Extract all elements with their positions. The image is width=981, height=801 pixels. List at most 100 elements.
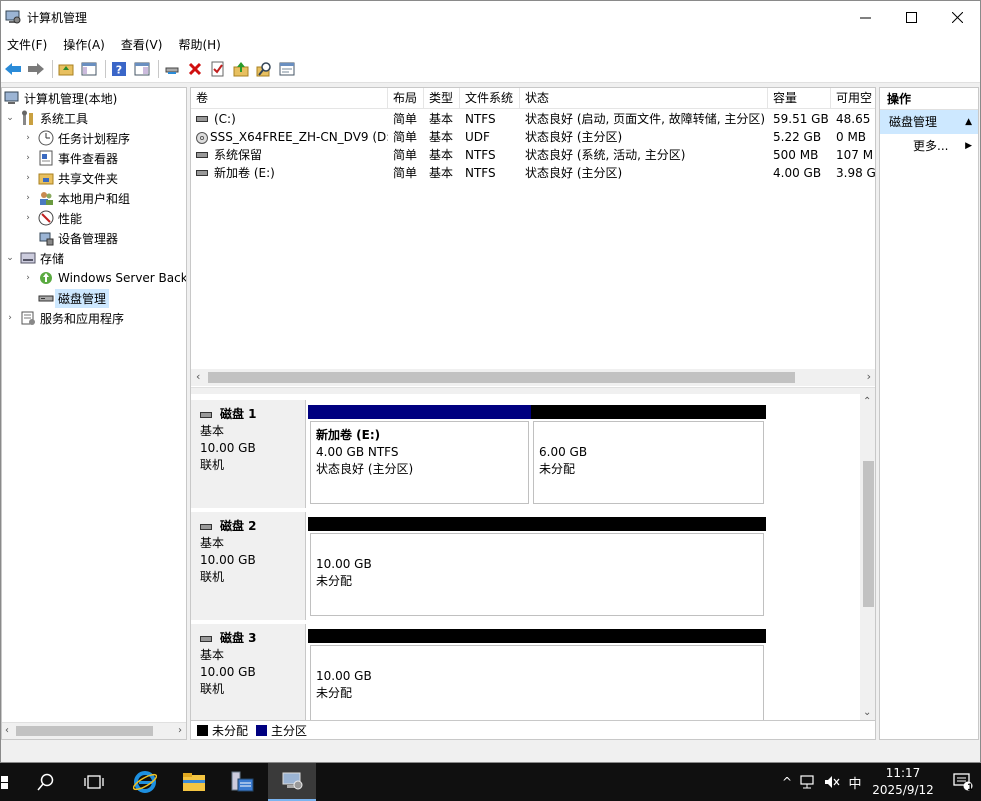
disk-info[interactable]: 磁盘 3 基本 10.00 GB 联机: [191, 624, 306, 720]
tree-item-performance[interactable]: › 性能: [22, 208, 82, 228]
menu-file[interactable]: 文件(F): [1, 36, 53, 53]
check-button[interactable]: [208, 59, 228, 79]
scrollbar-thumb[interactable]: [16, 726, 153, 736]
partition-unallocated[interactable]: 10.00 GB 未分配: [308, 517, 766, 618]
tree-item-storage[interactable]: ⌄ 存储: [4, 248, 64, 268]
disk-row[interactable]: 磁盘 1 基本 10.00 GB 联机 新加卷 (E:) 4.00 GB NTF…: [191, 400, 861, 508]
action-more[interactable]: 更多... ▶: [880, 134, 978, 158]
col-header-free[interactable]: 可用空: [831, 88, 875, 109]
tree-item-device-manager[interactable]: 设备管理器: [38, 228, 118, 248]
partition-unallocated[interactable]: 10.00 GB 未分配: [308, 629, 766, 720]
scroll-left-icon[interactable]: ‹: [5, 725, 9, 736]
search-button[interactable]: [254, 59, 274, 79]
action-center-button[interactable]: 1: [944, 763, 981, 801]
menu-action[interactable]: 操作(A): [57, 36, 111, 53]
volume-free: 107 M: [836, 148, 874, 162]
disk-row[interactable]: 磁盘 2 基本 10.00 GB 联机 10.00 GB 未分配: [191, 512, 861, 620]
chevron-right-icon[interactable]: ›: [22, 193, 34, 203]
task-view-button[interactable]: [70, 763, 118, 801]
chevron-right-icon[interactable]: ›: [4, 313, 16, 323]
scroll-right-icon[interactable]: ›: [178, 725, 182, 736]
chevron-down-icon[interactable]: ⌄: [4, 113, 16, 123]
disk-name: 磁盘 2: [220, 519, 257, 533]
col-header-status[interactable]: 状态: [520, 88, 768, 109]
minimize-button[interactable]: [842, 1, 888, 33]
actions-section-disk-management[interactable]: 磁盘管理 ▲: [880, 110, 978, 134]
show-hide-tree-button[interactable]: [79, 59, 99, 79]
tree-item-shared-folders[interactable]: › 共享文件夹: [22, 168, 118, 188]
actions-header: 操作: [880, 88, 978, 110]
volume-list-horizontal-scrollbar[interactable]: ‹ ›: [191, 369, 875, 386]
volume-filesystem: NTFS: [465, 166, 496, 180]
partition-unallocated[interactable]: 6.00 GB 未分配: [531, 405, 766, 506]
disk-row[interactable]: 磁盘 3 基本 10.00 GB 联机 10.00 GB 未分配: [191, 624, 861, 720]
network-icon[interactable]: [796, 775, 820, 789]
scroll-up-icon[interactable]: ⌃: [863, 396, 871, 407]
table-row[interactable]: 新加卷 (E:) 简单 基本 NTFS 状态良好 (主分区) 4.00 GB 3…: [191, 164, 875, 182]
pane-splitter[interactable]: [191, 387, 875, 394]
computer-management-taskbar-button[interactable]: [268, 763, 316, 801]
import-button[interactable]: [231, 59, 251, 79]
disk-info[interactable]: 磁盘 1 基本 10.00 GB 联机: [191, 400, 306, 508]
minimize-icon: [859, 17, 871, 18]
clock[interactable]: 11:17 2025/9/12: [858, 765, 948, 799]
menu-bar: 文件(F) 操作(A) 查看(V) 帮助(H): [1, 33, 980, 55]
up-folder-button[interactable]: [56, 59, 76, 79]
chevron-right-icon[interactable]: ›: [22, 173, 34, 183]
tree-item-root[interactable]: 计算机管理(本地): [4, 88, 117, 108]
scroll-down-icon[interactable]: ⌄: [863, 707, 871, 718]
table-row[interactable]: (C:) 简单 基本 NTFS 状态良好 (启动, 页面文件, 故障转储, 主分…: [191, 110, 875, 128]
chevron-right-icon[interactable]: ›: [22, 153, 34, 163]
actions-pane: 操作 磁盘管理 ▲ 更多... ▶: [879, 87, 979, 740]
tree-item-disk-management[interactable]: 磁盘管理: [38, 288, 110, 308]
chevron-right-icon[interactable]: ›: [22, 213, 34, 223]
disk-view-vertical-scrollbar[interactable]: ⌃ ⌄: [860, 394, 875, 720]
console-button[interactable]: [277, 59, 297, 79]
disk-info[interactable]: 磁盘 2 基本 10.00 GB 联机: [191, 512, 306, 620]
partition-color-bar: [531, 405, 766, 419]
start-button[interactable]: [0, 763, 12, 801]
tree-item-event-viewer[interactable]: › 事件查看器: [22, 148, 118, 168]
table-row[interactable]: SSS_X64FREE_ZH-CN_DV9 (D:) 简单 基本 UDF 状态良…: [191, 128, 875, 146]
tree-item-windows-backup[interactable]: › Windows Server Back: [22, 268, 186, 288]
scrollbar-thumb[interactable]: [863, 461, 874, 607]
col-header-filesystem[interactable]: 文件系统: [460, 88, 520, 109]
properties-view-button[interactable]: [132, 59, 152, 79]
delete-button[interactable]: [185, 59, 205, 79]
server-manager-button[interactable]: [218, 763, 266, 801]
col-header-layout[interactable]: 布局: [388, 88, 424, 109]
internet-explorer-button[interactable]: [121, 763, 169, 801]
chevron-right-icon[interactable]: ›: [22, 273, 34, 283]
file-explorer-button[interactable]: [170, 763, 218, 801]
tree-item-local-users[interactable]: › 本地用户和组: [22, 188, 130, 208]
title-bar[interactable]: 计算机管理: [1, 1, 980, 33]
forward-button[interactable]: [26, 59, 46, 79]
chevron-down-icon[interactable]: ⌄: [4, 253, 16, 263]
menu-help[interactable]: 帮助(H): [172, 36, 226, 53]
close-button[interactable]: [934, 1, 980, 33]
maximize-button[interactable]: [888, 1, 934, 33]
scroll-left-icon[interactable]: ‹: [196, 370, 200, 383]
tree-item-system-tools[interactable]: ⌄ 系统工具: [4, 108, 88, 128]
col-header-volume[interactable]: 卷: [191, 88, 388, 109]
col-header-capacity[interactable]: 容量: [768, 88, 831, 109]
table-row[interactable]: 系统保留 简单 基本 NTFS 状态良好 (系统, 活动, 主分区) 500 M…: [191, 146, 875, 164]
volume-muted-icon[interactable]: [820, 775, 844, 789]
connect-button[interactable]: [162, 59, 182, 79]
back-button[interactable]: [3, 59, 23, 79]
scroll-right-icon[interactable]: ›: [867, 370, 871, 383]
tree-horizontal-scrollbar[interactable]: ‹ ›: [2, 722, 186, 739]
scrollbar-thumb[interactable]: [208, 372, 795, 383]
menu-view[interactable]: 查看(V): [115, 36, 169, 53]
col-header-type[interactable]: 类型: [424, 88, 460, 109]
chevron-right-icon[interactable]: ›: [22, 133, 34, 143]
help-button[interactable]: ?: [109, 59, 129, 79]
search-taskbar-button[interactable]: [22, 763, 70, 801]
tree-item-services-apps[interactable]: › 服务和应用程序: [4, 308, 124, 328]
collapse-up-icon[interactable]: ▲: [965, 110, 972, 134]
partition-primary[interactable]: 新加卷 (E:) 4.00 GB NTFS 状态良好 (主分区): [308, 405, 531, 506]
show-hidden-icons-chevron-up-icon[interactable]: ^: [778, 775, 796, 789]
tree-item-label: 计算机管理(本地): [24, 91, 118, 106]
disk-size: 10.00 GB: [200, 441, 256, 455]
tree-item-task-scheduler[interactable]: › 任务计划程序: [22, 128, 130, 148]
